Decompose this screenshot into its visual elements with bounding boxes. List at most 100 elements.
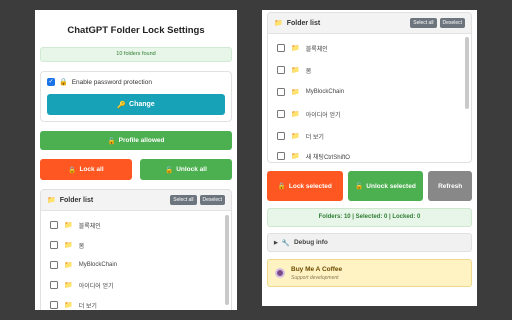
coffee-subtitle: Support development (291, 274, 339, 281)
list-item[interactable]: 📁 블록체인 (268, 37, 471, 59)
folder-list-header: 📁 Folder list Select all Deselect (41, 190, 231, 211)
folder-list-body: 📁 블록체인 📁 봄 📁 MyBlockChain 📁 아이디어 얻기 📁 더 … (41, 211, 231, 310)
scrollbar[interactable] (225, 215, 229, 305)
wrench-icon: 🔧 (281, 239, 290, 247)
scrollbar[interactable] (465, 37, 469, 109)
checkbox[interactable] (277, 88, 285, 96)
debug-info-toggle[interactable]: ▶ 🔧 Debug info (267, 233, 472, 252)
folder-list-title: 📁 Folder list (274, 19, 407, 28)
unlock-selected-button[interactable]: 🔓 Unlock selected (347, 171, 424, 201)
checkbox[interactable] (277, 44, 285, 52)
lock-icon: 🔒 (59, 79, 68, 86)
folder-name: MyBlockChain (78, 262, 118, 268)
list-item[interactable]: 📁 더 보기 (268, 125, 471, 147)
password-section: ✓ 🔒 Enable password protection 🔑 Change (40, 71, 232, 122)
lock-all-button[interactable]: 🔒 Lock all (40, 159, 132, 180)
folder-name: 블록체인 (78, 223, 101, 230)
list-item[interactable]: 📁 아이디어 얻기 (41, 275, 231, 295)
coffee-title: Buy Me A Coffee (291, 265, 343, 273)
folder-icon: 📁 (47, 197, 56, 204)
unlock-icon: 🔓 (355, 183, 364, 190)
list-item[interactable]: 📁 봄 (41, 235, 231, 255)
folder-name: 봄 (78, 243, 85, 250)
folder-icon: 📁 (291, 45, 300, 52)
checkbox[interactable] (277, 132, 285, 140)
settings-panel-left: ChatGPT Folder Lock Settings 10 folders … (35, 10, 237, 310)
checkbox[interactable] (277, 66, 285, 74)
folder-list-title: 📁 Folder list (47, 196, 167, 205)
folder-icon: 📁 (291, 89, 300, 96)
checkbox[interactable] (277, 152, 285, 160)
list-item[interactable]: 📁 봄 (268, 59, 471, 81)
unlock-all-button[interactable]: 🔓 Unlock all (140, 159, 232, 180)
coffee-icon (275, 268, 285, 278)
folder-icon: 📁 (64, 282, 73, 289)
lock-all-label: Lock all (79, 166, 104, 173)
folder-icon: 📁 (274, 20, 283, 27)
checkbox-checked-icon[interactable]: ✓ (47, 78, 55, 86)
triangle-right-icon: ▶ (274, 239, 278, 246)
folder-list-header: 📁 Folder list Select all Deselect (268, 13, 471, 34)
selected-actions-row: 🔒 Lock selected 🔓 Unlock selected Refres… (267, 171, 472, 201)
folder-name: 봄 (305, 68, 312, 75)
profile-label: Profile allowed (118, 137, 165, 144)
unlock-icon: 🔓 (165, 166, 174, 174)
change-password-button[interactable]: 🔑 Change (47, 94, 225, 115)
checkbox[interactable] (277, 110, 285, 118)
lock-selected-label: Lock selected (288, 182, 332, 190)
status-stats: Folders: 10 | Selected: 0 | Locked: 0 (267, 208, 472, 227)
folder-name: 아이디어 얻기 (305, 112, 341, 119)
folder-name: 아이디어 얻기 (78, 283, 114, 290)
folder-list-left: 📁 Folder list Select all Deselect 📁 블록체인… (40, 189, 232, 310)
folder-name: MyBlockChain (305, 89, 345, 95)
folders-found-badge: 10 folders found (40, 47, 232, 62)
refresh-label: Refresh (438, 182, 463, 190)
folder-list-title-text: Folder list (59, 196, 94, 204)
folder-icon: 📁 (64, 222, 73, 229)
checkbox[interactable] (50, 301, 58, 309)
change-label: Change (129, 101, 155, 108)
list-item[interactable]: 📁 MyBlockChain (268, 81, 471, 103)
folder-list-right: 📁 Folder list Select all Deselect 📁 블록체인… (267, 12, 472, 163)
unlock-icon: 🔓 (107, 137, 116, 145)
unlock-selected-label: Unlock selected (366, 182, 416, 190)
lock-buttons-row: 🔒 Lock all 🔓 Unlock all (40, 159, 232, 180)
folder-name: 더 보기 (305, 134, 324, 141)
checkbox[interactable] (50, 221, 58, 229)
folder-name: 블록체인 (305, 46, 328, 53)
checkbox[interactable] (50, 281, 58, 289)
checkbox[interactable] (50, 241, 58, 249)
list-item[interactable]: 📁 새 채팅CtrlShiftO (268, 147, 471, 162)
page-title: ChatGPT Folder Lock Settings (67, 25, 205, 36)
coffee-text: Buy Me A Coffee Support development (291, 266, 342, 281)
lock-selected-button[interactable]: 🔒 Lock selected (267, 171, 343, 201)
checkbox[interactable] (50, 261, 58, 269)
refresh-button[interactable]: Refresh (428, 171, 472, 201)
select-all-button[interactable]: Select all (170, 195, 197, 205)
list-item[interactable]: 📁 아이디어 얻기 (268, 103, 471, 125)
folder-icon: 📁 (64, 262, 73, 269)
buy-me-a-coffee-link[interactable]: Buy Me A Coffee Support development (267, 259, 472, 287)
folder-list-title-text: Folder list (286, 19, 321, 27)
password-toggle-row[interactable]: ✓ 🔒 Enable password protection (47, 78, 225, 86)
list-item[interactable]: 📁 블록체인 (41, 215, 231, 235)
select-all-button[interactable]: Select all (410, 18, 437, 28)
lock-icon: 🔒 (277, 183, 286, 190)
folder-icon: 📁 (64, 242, 73, 249)
folder-list-body: 📁 블록체인 📁 봄 📁 MyBlockChain 📁 아이디어 얻기 📁 더 … (268, 34, 471, 162)
password-label: Enable password protection (71, 78, 152, 86)
unlock-all-label: Unlock all (176, 166, 207, 173)
folder-icon: 📁 (291, 67, 300, 74)
lock-icon: 🔒 (68, 166, 77, 174)
settings-panel-right: 📁 Folder list Select all Deselect 📁 블록체인… (262, 10, 477, 306)
list-item[interactable]: 📁 MyBlockChain (41, 255, 231, 275)
folder-icon: 📁 (291, 153, 300, 160)
profile-allowed-button[interactable]: 🔓 Profile allowed (40, 131, 232, 150)
folder-name: 더 보기 (78, 303, 97, 310)
folder-icon: 📁 (291, 111, 300, 118)
list-item[interactable]: 📁 더 보기 (41, 295, 231, 310)
debug-label: Debug info (293, 239, 328, 246)
folder-icon: 📁 (64, 302, 73, 309)
deselect-button[interactable]: Deselect (199, 195, 225, 205)
deselect-button[interactable]: Deselect (439, 18, 465, 28)
